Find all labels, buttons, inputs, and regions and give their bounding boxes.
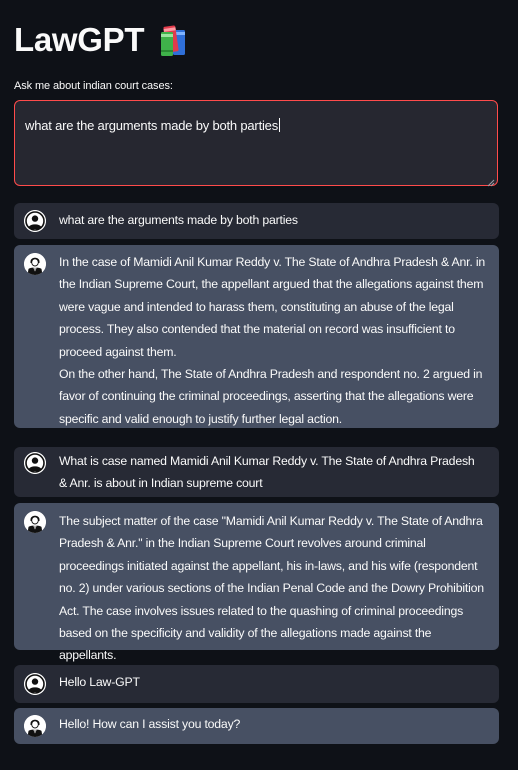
message-text: Hello! How can I assist you today? <box>59 717 241 731</box>
message-text: what are the arguments made by both part… <box>59 213 298 227</box>
chat-message-assistant: In the case of Mamidi Anil Kumar Reddy v… <box>14 245 499 428</box>
query-textarea[interactable]: what are the arguments made by both part… <box>14 100 498 187</box>
chat-message-assistant: The subject matter of the case "Mamidi A… <box>14 503 499 662</box>
message-text: On the other hand, The State of Andhra P… <box>59 367 483 426</box>
message-text: In the case of Mamidi Anil Kumar Reddy v… <box>59 255 485 359</box>
title-row: LawGPT <box>14 18 190 62</box>
resize-handle-icon[interactable] <box>487 175 495 187</box>
lawyer-avatar-icon <box>24 715 46 737</box>
user-avatar-icon <box>24 452 46 474</box>
user-avatar-icon <box>24 210 46 232</box>
chat-message-user: what are the arguments made by both part… <box>14 203 499 239</box>
chat-message-assistant: Hello! How can I assist you today? <box>14 708 499 744</box>
chat-message-user: Hello Law-GPT <box>14 665 499 703</box>
text-caret <box>279 118 280 132</box>
message-text: Hello Law-GPT <box>59 675 140 689</box>
query-label: Ask me about indian court cases: <box>14 80 173 92</box>
chat-message-user: What is case named Mamidi Anil Kumar Red… <box>14 447 499 497</box>
books-icon <box>156 23 190 57</box>
query-textarea-value[interactable]: what are the arguments made by both part… <box>25 118 278 133</box>
page-title: LawGPT <box>14 21 145 58</box>
lawyer-avatar-icon <box>24 511 46 533</box>
message-text: What is case named Mamidi Anil Kumar Red… <box>59 454 475 491</box>
message-text: The subject matter of the case "Mamidi A… <box>59 514 484 663</box>
app-page: LawGPT Ask me about indian court cases: … <box>0 0 518 770</box>
user-avatar-icon <box>24 673 46 695</box>
lawyer-avatar-icon <box>24 253 46 275</box>
